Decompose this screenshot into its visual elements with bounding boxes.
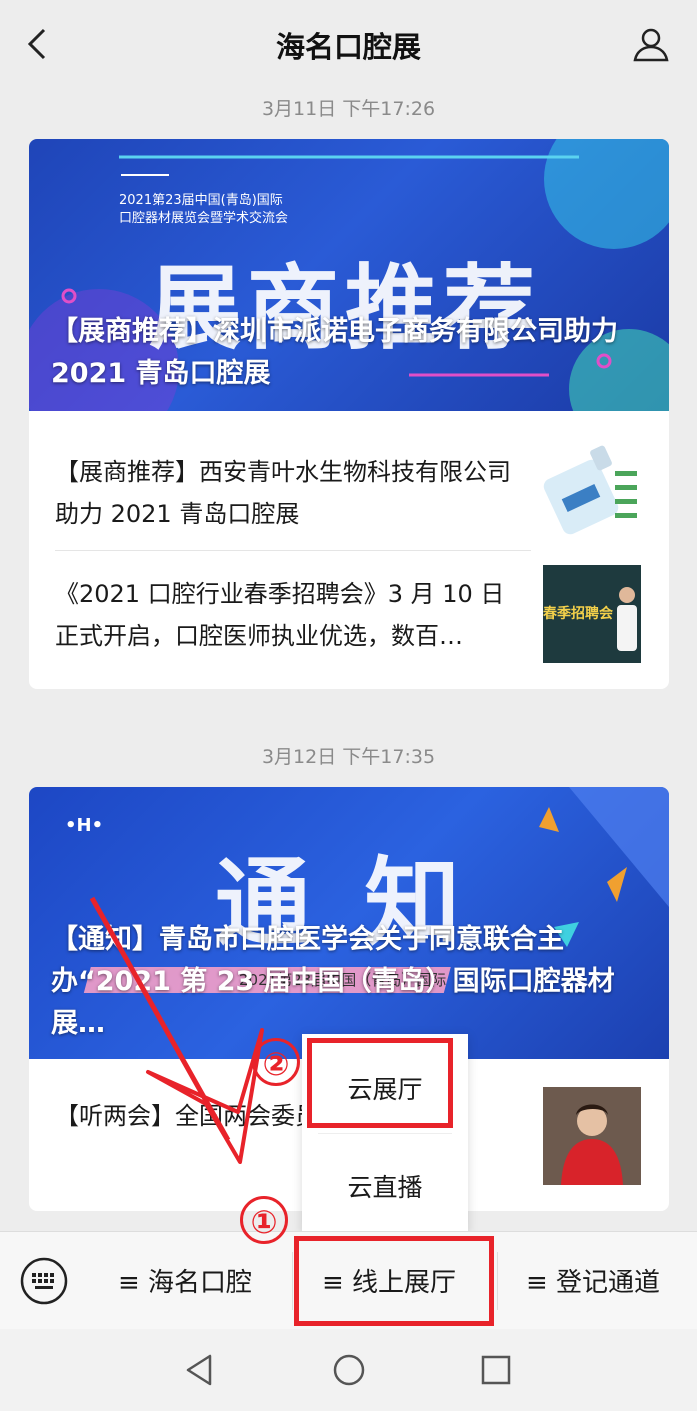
user-profile-icon[interactable] — [631, 24, 671, 64]
list-item-title: 《2021 口腔行业春季招聘会》3 月 10 日正式开启，口腔医师执业优选，数百… — [55, 580, 505, 650]
hero-logo: •H• — [65, 815, 104, 836]
hero-article[interactable]: 2021第23届中国(青岛)国际 口腔器材展览会暨学术交流会 展商推荐 【展商推… — [29, 139, 669, 411]
product-thumbnail — [543, 439, 641, 537]
doctor-figure — [617, 587, 637, 651]
divider — [292, 1252, 293, 1310]
list-item-title: 【展商推荐】西安青叶水生物科技有限公司助力 2021 青岛口腔展 — [55, 458, 511, 528]
step-2-marker: ② — [252, 1038, 300, 1086]
hero-caption: 【展商推荐】深圳市派诺电子商务有限公司助力 2021 青岛口腔展 — [51, 316, 618, 389]
divider — [497, 1252, 498, 1310]
highlight-box-cloud-hall — [307, 1038, 453, 1128]
hero-article[interactable]: •H• 通 知 2021第23届中国（青岛）国际 【通知】青岛市口腔医学会关于同… — [29, 787, 669, 1059]
step-1-marker: ① — [240, 1196, 288, 1244]
system-nav-bar — [0, 1329, 697, 1411]
nav-back-icon[interactable] — [184, 1353, 214, 1387]
recruitment-thumbnail: 春季招聘会 — [543, 565, 641, 663]
divider — [318, 1133, 452, 1134]
message-timestamp: 3月11日 下午17:26 — [261, 98, 436, 120]
message-timestamp: 3月12日 下午17:35 — [261, 746, 436, 768]
menu-item-cloud-live[interactable]: 云直播 — [302, 1168, 468, 1204]
keyboard-icon[interactable] — [20, 1257, 68, 1305]
hero-caption: 【通知】青岛市口腔医学会关于同意联合主办“2021 第 23 届中国（青岛）国际… — [51, 924, 615, 1039]
menu-haiming-oral[interactable]: ≡ 海名口腔 — [118, 1262, 252, 1299]
page-title: 海名口腔展 — [275, 30, 421, 64]
hero-subtitle: 2021第23届中国(青岛)国际 — [119, 193, 283, 208]
list-item[interactable]: 《2021 口腔行业春季招聘会》3 月 10 日正式开启，口腔医师执业优选，数百… — [29, 551, 669, 689]
article-card: 2021第23届中国(青岛)国际 口腔器材展览会暨学术交流会 展商推荐 【展商推… — [29, 139, 669, 689]
hero-subtitle-2: 口腔器材展览会暨学术交流会 — [119, 211, 289, 226]
nav-home-icon[interactable] — [332, 1353, 366, 1387]
menu-registration[interactable]: ≡ 登记通道 — [526, 1262, 660, 1299]
top-bar: 海名口腔展 — [0, 0, 697, 88]
nav-recents-icon[interactable] — [480, 1354, 512, 1386]
highlight-box-online-hall — [294, 1236, 494, 1326]
person-thumbnail — [543, 1087, 641, 1185]
list-item[interactable]: 【展商推荐】西安青叶水生物科技有限公司助力 2021 青岛口腔展 — [29, 411, 669, 551]
